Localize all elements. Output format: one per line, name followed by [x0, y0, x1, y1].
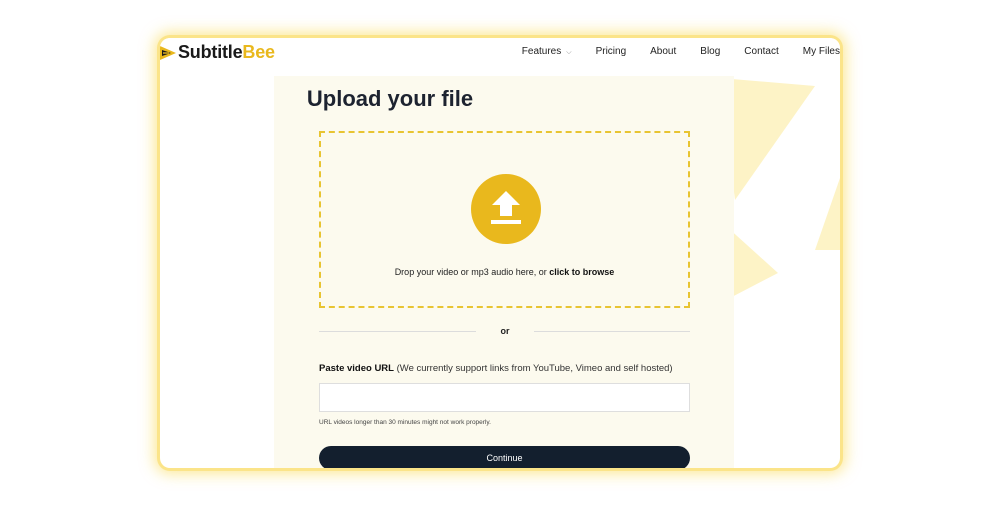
- file-dropzone[interactable]: Drop your video or mp3 audio here, or cl…: [319, 131, 690, 308]
- url-label-note: (We currently support links from YouTube…: [393, 363, 673, 374]
- url-label: Paste video URL (We currently support li…: [319, 363, 673, 374]
- divider-right: [534, 331, 690, 332]
- video-url-input[interactable]: [319, 383, 690, 412]
- divider-left: [319, 331, 476, 332]
- continue-button[interactable]: Continue: [319, 446, 690, 468]
- browser-viewport: SubtitleBee Features ⌵ Pricing About Blog…: [160, 38, 840, 468]
- divider-or-text: or: [500, 326, 510, 336]
- dropzone-text: Drop your video or mp3 audio here, or cl…: [321, 267, 688, 277]
- browse-link[interactable]: click to browse: [549, 267, 614, 277]
- url-hint: URL videos longer than 30 minutes might …: [319, 419, 491, 426]
- page-title: Upload your file: [306, 86, 474, 111]
- dropzone-instruction: Drop your video or mp3 audio here, or: [394, 267, 550, 277]
- url-label-bold: Paste video URL: [319, 363, 394, 374]
- upload-icon: [471, 174, 541, 244]
- upload-arrow-icon: [491, 191, 521, 224]
